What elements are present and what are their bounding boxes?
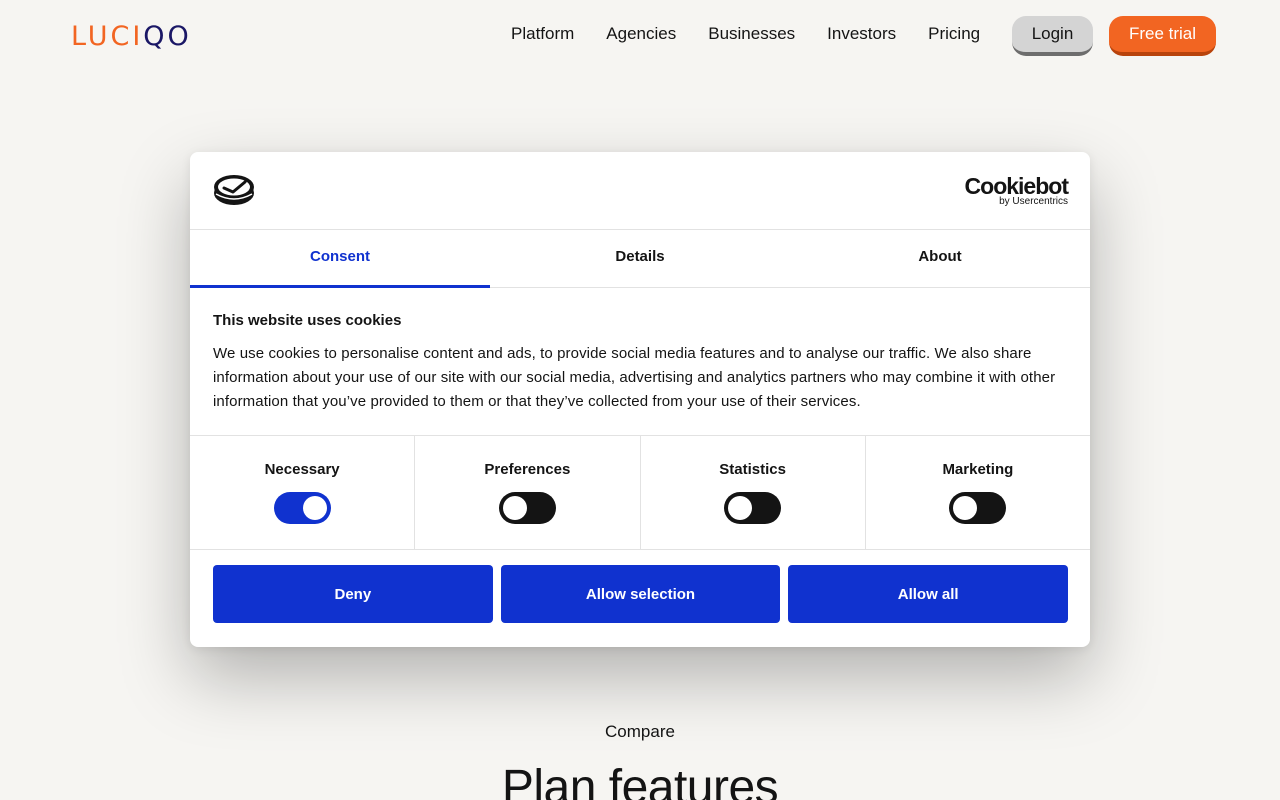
toggle-label: Statistics	[719, 461, 786, 478]
nav-link-pricing[interactable]: Pricing	[928, 24, 980, 44]
necessary-switch[interactable]	[273, 492, 331, 524]
switch-knob	[953, 496, 978, 520]
statistics-switch[interactable]	[724, 492, 782, 524]
compare-label: Compare	[605, 722, 675, 741]
allow-selection-button[interactable]: Allow selection	[500, 565, 781, 623]
nav-link-platform[interactable]: Platform	[511, 24, 574, 44]
consent-title: This website uses cookies	[213, 312, 402, 329]
dialog-header: Cookiebot by Usercentrics	[190, 152, 1090, 230]
allow-all-button[interactable]: Allow all	[788, 565, 1069, 623]
cookie-category-toggles: Necessary Preferences Statistics Marketi…	[190, 436, 1090, 550]
luciqo-logo[interactable]: LUCI QO	[71, 20, 192, 52]
tab-about[interactable]: About	[790, 230, 1090, 287]
login-button[interactable]: Login	[1012, 16, 1093, 56]
dialog-tabs: Consent Details About	[190, 230, 1090, 288]
logo-text-part1: LUCI	[71, 20, 144, 52]
logo-text-part2: QO	[143, 20, 192, 52]
switch-knob	[502, 496, 527, 520]
plan-features-heading: Plan features	[501, 761, 779, 800]
nav-link-investors[interactable]: Investors	[827, 24, 896, 44]
consent-actions: Deny Allow selection Allow all	[190, 550, 1090, 623]
deny-button[interactable]: Deny	[213, 565, 493, 623]
toggle-label: Marketing	[942, 461, 1014, 478]
preferences-switch[interactable]	[498, 492, 556, 524]
toggle-preferences: Preferences	[415, 436, 641, 549]
switch-knob	[302, 496, 327, 520]
nav-links: Platform Agencies Businesses Investors P…	[511, 24, 1012, 44]
free-trial-button[interactable]: Free trial	[1109, 16, 1216, 56]
consent-text: We use cookies to personalise content an…	[213, 345, 1056, 410]
nav-link-businesses[interactable]: Businesses	[708, 24, 795, 44]
tab-consent[interactable]: Consent	[190, 230, 490, 288]
toggle-statistics: Statistics	[641, 436, 866, 549]
cookiebot-logo[interactable]: Cookiebot by Usercentrics	[964, 173, 1069, 207]
toggle-marketing: Marketing	[866, 436, 1090, 549]
toggle-label: Preferences	[484, 461, 571, 478]
switch-knob	[728, 496, 753, 520]
consent-body: This website uses cookies We use cookies…	[190, 288, 1090, 436]
toggle-label: Necessary	[264, 461, 340, 478]
toggle-necessary: Necessary	[190, 436, 416, 549]
tab-details[interactable]: Details	[490, 230, 790, 287]
top-nav: LUCI QO Platform Agencies Businesses Inve…	[0, 0, 1280, 72]
nav-link-agencies[interactable]: Agencies	[606, 24, 676, 44]
cookiebot-name: Cookiebot	[964, 173, 1069, 199]
cookie-consent-dialog: Cookiebot by Usercentrics Consent Detail…	[190, 152, 1090, 647]
site-logo-icon	[214, 175, 254, 205]
marketing-switch[interactable]	[949, 492, 1007, 524]
